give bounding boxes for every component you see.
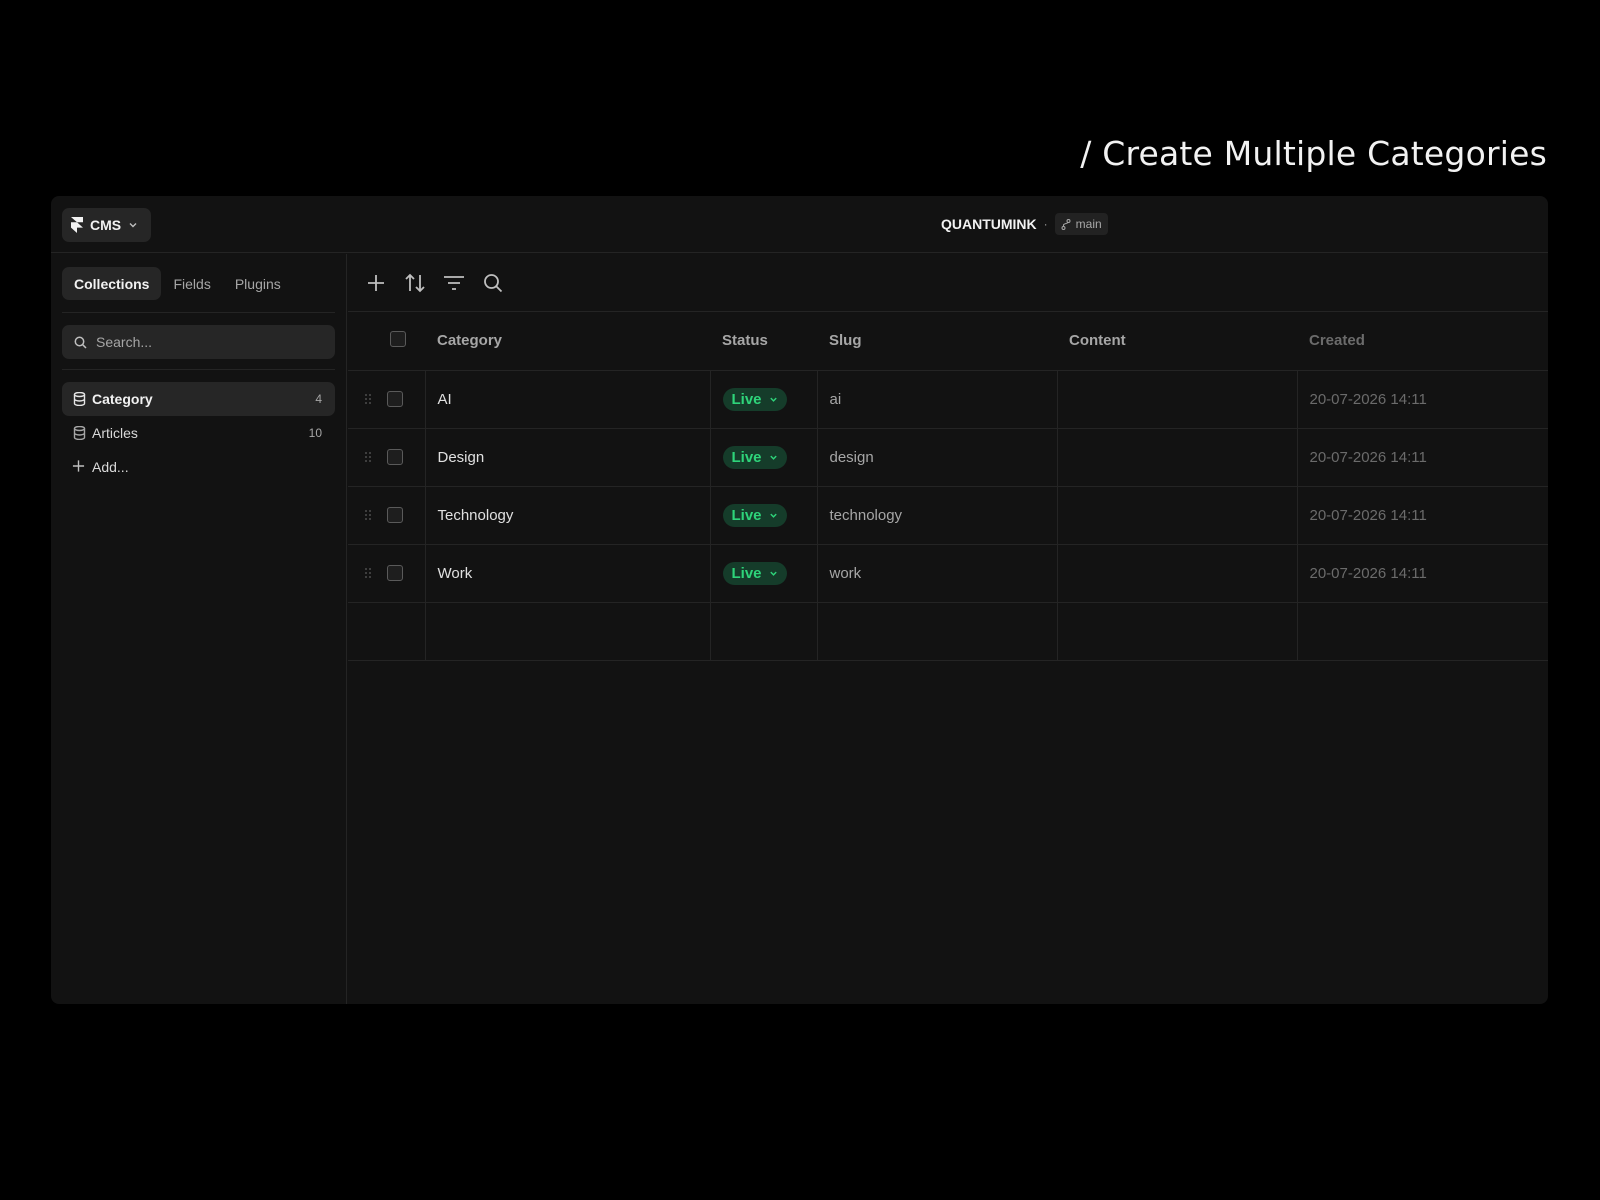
cell-category[interactable]: Work <box>425 544 711 603</box>
tab-fields[interactable]: Fields <box>161 267 222 300</box>
row-checkbox[interactable] <box>387 449 403 465</box>
search-field[interactable] <box>62 325 335 359</box>
main-content: Category Status Slug Content Created AI L… <box>348 254 1548 1004</box>
chevron-down-icon <box>769 397 777 402</box>
sort-icon <box>405 273 425 292</box>
sidebar-tabs: Collections Fields Plugins <box>62 267 293 300</box>
status-label: Live <box>731 448 762 466</box>
status-label: Live <box>731 506 762 524</box>
framer-logo-icon <box>71 217 83 233</box>
status-dropdown[interactable]: Live <box>722 561 787 585</box>
separator-dot: · <box>1043 217 1048 231</box>
cell-content[interactable] <box>1057 486 1298 545</box>
item-count: 4 <box>315 392 322 406</box>
cell-created: 20-07-2026 14:11 <box>1297 370 1548 429</box>
filter-button[interactable] <box>442 271 466 295</box>
cell-created: 20-07-2026 14:11 <box>1297 544 1548 603</box>
cell-category[interactable]: Design <box>425 428 711 487</box>
add-collection-button[interactable]: Add... <box>62 450 335 484</box>
drag-handle-icon[interactable] <box>364 393 372 405</box>
chevron-down-icon <box>769 455 777 460</box>
collections-list: Category 4 Articles 10 Add... <box>62 382 335 484</box>
sidebar-item-label: Articles <box>92 425 138 441</box>
table-row[interactable]: Work Live work 20-07-2026 14:11 <box>348 544 1548 603</box>
cms-menu-button[interactable]: CMS <box>62 208 151 242</box>
status-dropdown[interactable]: Live <box>722 445 787 469</box>
cms-label: CMS <box>90 217 122 233</box>
column-header-category[interactable]: Category <box>425 312 710 371</box>
search-icon <box>74 336 87 349</box>
sidebar-item-label: Category <box>92 391 153 407</box>
cell-slug[interactable]: work <box>817 544 1058 603</box>
column-header-status[interactable]: Status <box>710 312 817 371</box>
table-header-row: Category Status Slug Content Created <box>348 312 1548 371</box>
table-row[interactable]: Technology Live technology 20-07-2026 14:11 <box>348 486 1548 545</box>
tab-plugins[interactable]: Plugins <box>223 267 293 300</box>
branch-icon <box>1061 218 1071 230</box>
add-label: Add... <box>92 459 129 475</box>
items-table: Category Status Slug Content Created AI L… <box>348 312 1548 661</box>
drag-handle-icon[interactable] <box>364 451 372 463</box>
filter-icon <box>444 275 464 290</box>
database-icon <box>73 426 86 440</box>
chevron-down-icon <box>129 223 137 228</box>
cell-status[interactable]: Live <box>710 370 818 429</box>
cell-content[interactable] <box>1057 544 1298 603</box>
branch-badge[interactable]: main <box>1054 213 1108 235</box>
cell-category[interactable]: AI <box>425 370 711 429</box>
drag-handle-icon[interactable] <box>364 567 372 579</box>
page-heading: / Create Multiple Categories <box>1080 134 1547 173</box>
cell-status[interactable]: Live <box>710 428 818 487</box>
cell-content[interactable] <box>1057 428 1298 487</box>
add-item-button[interactable] <box>364 271 388 295</box>
table-row[interactable]: Design Live design 20-07-2026 14:11 <box>348 428 1548 487</box>
divider <box>62 312 335 313</box>
search-button[interactable] <box>481 271 505 295</box>
table-row[interactable]: AI Live ai 20-07-2026 14:11 <box>348 370 1548 429</box>
cell-status[interactable]: Live <box>710 544 818 603</box>
search-icon <box>484 273 503 292</box>
divider <box>62 369 335 370</box>
column-header-slug[interactable]: Slug <box>817 312 1057 371</box>
tab-collections[interactable]: Collections <box>62 267 162 300</box>
sort-button[interactable] <box>403 271 427 295</box>
select-all-checkbox[interactable] <box>390 330 406 347</box>
row-checkbox[interactable] <box>387 507 403 523</box>
drag-handle-icon[interactable] <box>364 509 372 521</box>
plus-icon <box>72 460 85 472</box>
project-info: QUANTUMINK · main <box>941 213 1108 235</box>
plus-icon <box>368 274 384 291</box>
status-label: Live <box>731 390 762 408</box>
project-name: QUANTUMINK <box>941 216 1037 232</box>
cell-status[interactable]: Live <box>710 486 818 545</box>
chevron-down-icon <box>769 571 777 576</box>
sidebar-item-category[interactable]: Category 4 <box>62 382 335 416</box>
cell-slug[interactable]: technology <box>817 486 1058 545</box>
status-dropdown[interactable]: Live <box>722 503 787 527</box>
cell-category[interactable]: Technology <box>425 486 711 545</box>
cell-slug[interactable]: ai <box>817 370 1058 429</box>
cell-created: 20-07-2026 14:11 <box>1297 428 1548 487</box>
row-checkbox[interactable] <box>387 565 403 581</box>
cell-content[interactable] <box>1057 370 1298 429</box>
cell-slug[interactable]: design <box>817 428 1058 487</box>
sidebar: Collections Fields Plugins Category 4 <box>51 254 347 1004</box>
status-label: Live <box>731 564 762 582</box>
item-count: 10 <box>308 426 322 440</box>
cms-window: CMS QUANTUMINK · main Collections Fields… <box>51 196 1548 1004</box>
branch-name: main <box>1075 217 1102 231</box>
empty-row[interactable] <box>348 602 1548 661</box>
database-icon <box>73 392 86 406</box>
sidebar-item-articles[interactable]: Articles 10 <box>62 416 335 450</box>
chevron-down-icon <box>769 513 777 518</box>
column-header-created[interactable]: Created <box>1297 312 1548 371</box>
toolbar <box>348 254 1548 312</box>
status-dropdown[interactable]: Live <box>722 387 787 411</box>
search-input[interactable] <box>96 334 316 350</box>
row-checkbox[interactable] <box>387 391 403 407</box>
cell-created: 20-07-2026 14:11 <box>1297 486 1548 545</box>
column-header-content[interactable]: Content <box>1057 312 1297 371</box>
top-bar: CMS QUANTUMINK · main <box>51 196 1548 253</box>
